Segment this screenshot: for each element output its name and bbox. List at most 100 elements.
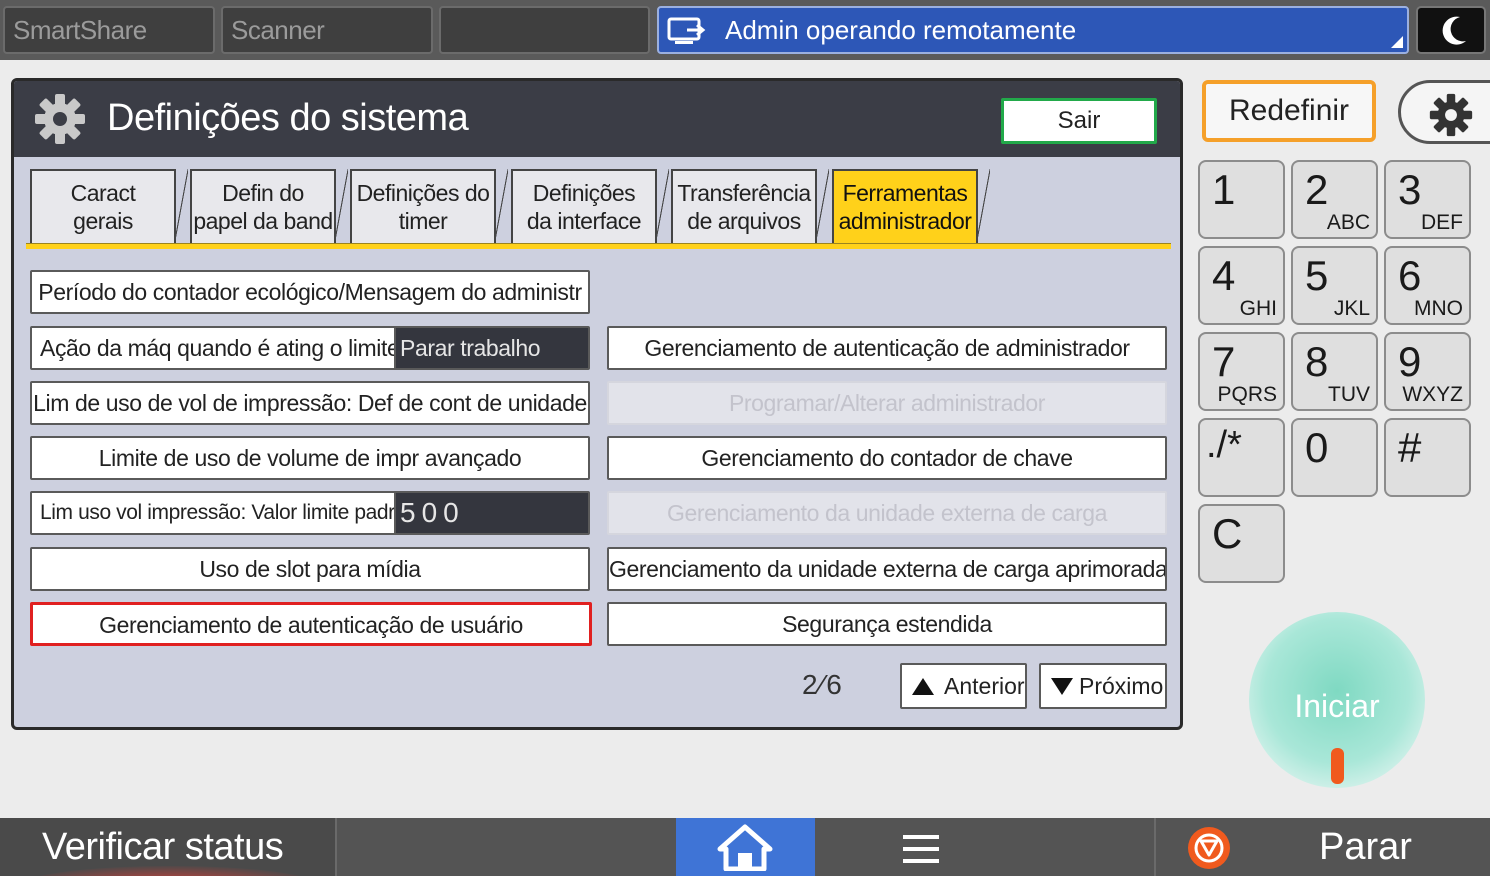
key-digit: 3 [1398, 166, 1422, 213]
tab-general-features[interactable]: Caract gerais [30, 169, 188, 245]
tab-label-line1: Defin do [222, 180, 304, 206]
tab-tray-paper[interactable]: Defin do papel da band [190, 169, 348, 245]
keypad-key-9[interactable]: 9 WXYZ [1384, 332, 1471, 411]
tab-timer-settings[interactable]: Definições do timer [350, 169, 508, 245]
next-page-button[interactable]: Próximo [1039, 663, 1167, 709]
remote-operation-icon [667, 17, 706, 44]
up-arrow-icon [912, 678, 934, 695]
limit-action-label: Ação da máq quando é ating o limite [40, 335, 400, 361]
keypad-key-dot-star[interactable]: ./* [1198, 418, 1285, 497]
menu-icon [903, 859, 939, 863]
media-slot-button[interactable]: Uso de slot para mídia [30, 547, 590, 591]
home-icon [717, 824, 773, 871]
start-indicator-led [1331, 748, 1344, 784]
tab-label-line2: de arquivos [687, 208, 801, 234]
keypad-key-8[interactable]: 8 TUV [1291, 332, 1378, 411]
external-charge-unit-button: Gerenciamento da unidade externa de carg… [607, 491, 1167, 535]
keypad-key-3[interactable]: 3 DEF [1384, 160, 1471, 239]
bottom-bar: Verificar status Parar [0, 818, 1490, 876]
panel-header: Definições do sistema Sair [14, 81, 1180, 157]
down-arrow-icon [1051, 678, 1073, 695]
key-digit: C [1212, 510, 1243, 557]
tab-label-line1: Caract [70, 180, 136, 206]
key-digit: 7 [1212, 338, 1236, 385]
energy-saver-button[interactable] [1416, 6, 1486, 54]
check-status-button[interactable]: Verificar status [0, 818, 337, 876]
keypad-key-7[interactable]: 7 PQRS [1198, 332, 1285, 411]
reset-button[interactable]: Redefinir [1202, 80, 1376, 142]
key-digit: ./* [1206, 424, 1242, 466]
previous-label: Anterior [944, 673, 1025, 699]
key-digit: 8 [1305, 338, 1329, 385]
page-title: Definições do sistema [107, 97, 469, 139]
stop-icon [1188, 827, 1230, 869]
previous-page-button[interactable]: Anterior [900, 663, 1027, 709]
tab-label-line1: Transferência [677, 180, 811, 206]
page-indicator: 2⁄6 [802, 669, 844, 700]
keypad-key-0[interactable]: 0 [1291, 418, 1378, 497]
key-letters: JKL [1333, 297, 1370, 320]
stop-label: Parar [1319, 826, 1412, 868]
app-tab-scanner[interactable]: Scanner [221, 6, 433, 54]
key-digit: 9 [1398, 338, 1422, 385]
tab-label-line2: da interface [526, 208, 642, 234]
tab-label-line2: papel da band [193, 208, 333, 234]
key-digit: 6 [1398, 252, 1422, 299]
menu-button[interactable] [860, 818, 980, 876]
moon-icon [1442, 16, 1466, 45]
gear-icon [35, 94, 85, 144]
limit-action-value: Parar trabalho [394, 328, 588, 368]
home-button[interactable] [676, 818, 815, 876]
user-authentication-button[interactable]: Gerenciamento de autenticação de usuário [30, 602, 592, 646]
app-tab-smartshare[interactable]: SmartShare [3, 6, 215, 54]
key-digit: 4 [1212, 252, 1236, 299]
tab-label-line1: Definições [532, 180, 636, 206]
settings-button[interactable] [1398, 80, 1490, 144]
advanced-volume-limit-button[interactable]: Limite de uso de volume de impr avançado [30, 436, 590, 480]
key-digit: 1 [1212, 166, 1236, 213]
start-label: Iniciar [1294, 688, 1380, 724]
key-digit: 5 [1305, 252, 1329, 299]
program-admin-button: Programar/Alterar administrador [607, 381, 1167, 425]
tab-label-line1: Ferramentas [842, 180, 968, 206]
key-counter-button[interactable]: Gerenciamento do contador de chave [607, 436, 1167, 480]
keypad-key-clear[interactable]: C [1198, 504, 1285, 583]
keypad-key-1[interactable]: 1 [1198, 160, 1285, 239]
key-letters: WXYZ [1402, 383, 1463, 406]
exit-button[interactable]: Sair [1001, 98, 1157, 144]
eco-counter-period-button[interactable]: Período do contador ecológico/Mensagem d… [30, 270, 590, 314]
key-letters: MNO [1414, 297, 1463, 320]
menu-icon [903, 847, 939, 851]
tab-interface-settings[interactable]: Definições da interface [511, 169, 669, 245]
menu-icon [903, 835, 939, 839]
enhanced-external-charge-button[interactable]: Gerenciamento da unidade externa de carg… [607, 547, 1167, 591]
tab-label-line2: gerais [73, 208, 133, 234]
system-settings-panel: Definições do sistema Sair Caract gerais… [11, 78, 1183, 730]
keypad-key-6[interactable]: 6 MNO [1384, 246, 1471, 325]
tab-file-transfer[interactable]: Transferência de arquivos [671, 169, 829, 245]
active-tab-underline [26, 243, 1171, 249]
keypad-key-hash[interactable]: # [1384, 418, 1471, 497]
default-limit-label: Lim uso vol impressão: Valor limite padr… [40, 501, 418, 524]
extended-security-button[interactable]: Segurança estendida [607, 602, 1167, 646]
tab-administrator-tools[interactable]: Ferramentas administrador [832, 169, 990, 245]
check-status-label: Verificar status [42, 826, 284, 868]
admin-authentication-button[interactable]: Gerenciamento de autenticação de adminis… [607, 326, 1167, 370]
default-limit-setting[interactable]: Lim uso vol impressão: Valor limite padr… [30, 491, 590, 535]
start-button[interactable]: Iniciar [1249, 612, 1425, 788]
remote-status-banner[interactable]: Admin operando remotamente [657, 6, 1409, 54]
remote-status-text: Admin operando remotamente [725, 15, 1077, 45]
key-digit: 2 [1305, 166, 1329, 213]
app-tab-empty[interactable] [439, 6, 650, 54]
top-bar: SmartShare Scanner Admin operando remota… [0, 0, 1490, 60]
tab-label-line2: administrador [838, 208, 972, 234]
next-label: Próximo [1079, 673, 1164, 699]
keypad-key-4[interactable]: 4 GHI [1198, 246, 1285, 325]
tab-label-line1: Definições do [356, 180, 490, 206]
gear-icon [1429, 93, 1473, 137]
limit-action-setting[interactable]: Ação da máq quando é ating o limite Para… [30, 326, 590, 370]
print-volume-unit-button[interactable]: Lim de uso de vol de impressão: Def de c… [30, 381, 590, 425]
keypad-key-5[interactable]: 5 JKL [1291, 246, 1378, 325]
keypad-key-2[interactable]: 2 ABC [1291, 160, 1378, 239]
stop-button[interactable]: Parar [1154, 818, 1490, 876]
